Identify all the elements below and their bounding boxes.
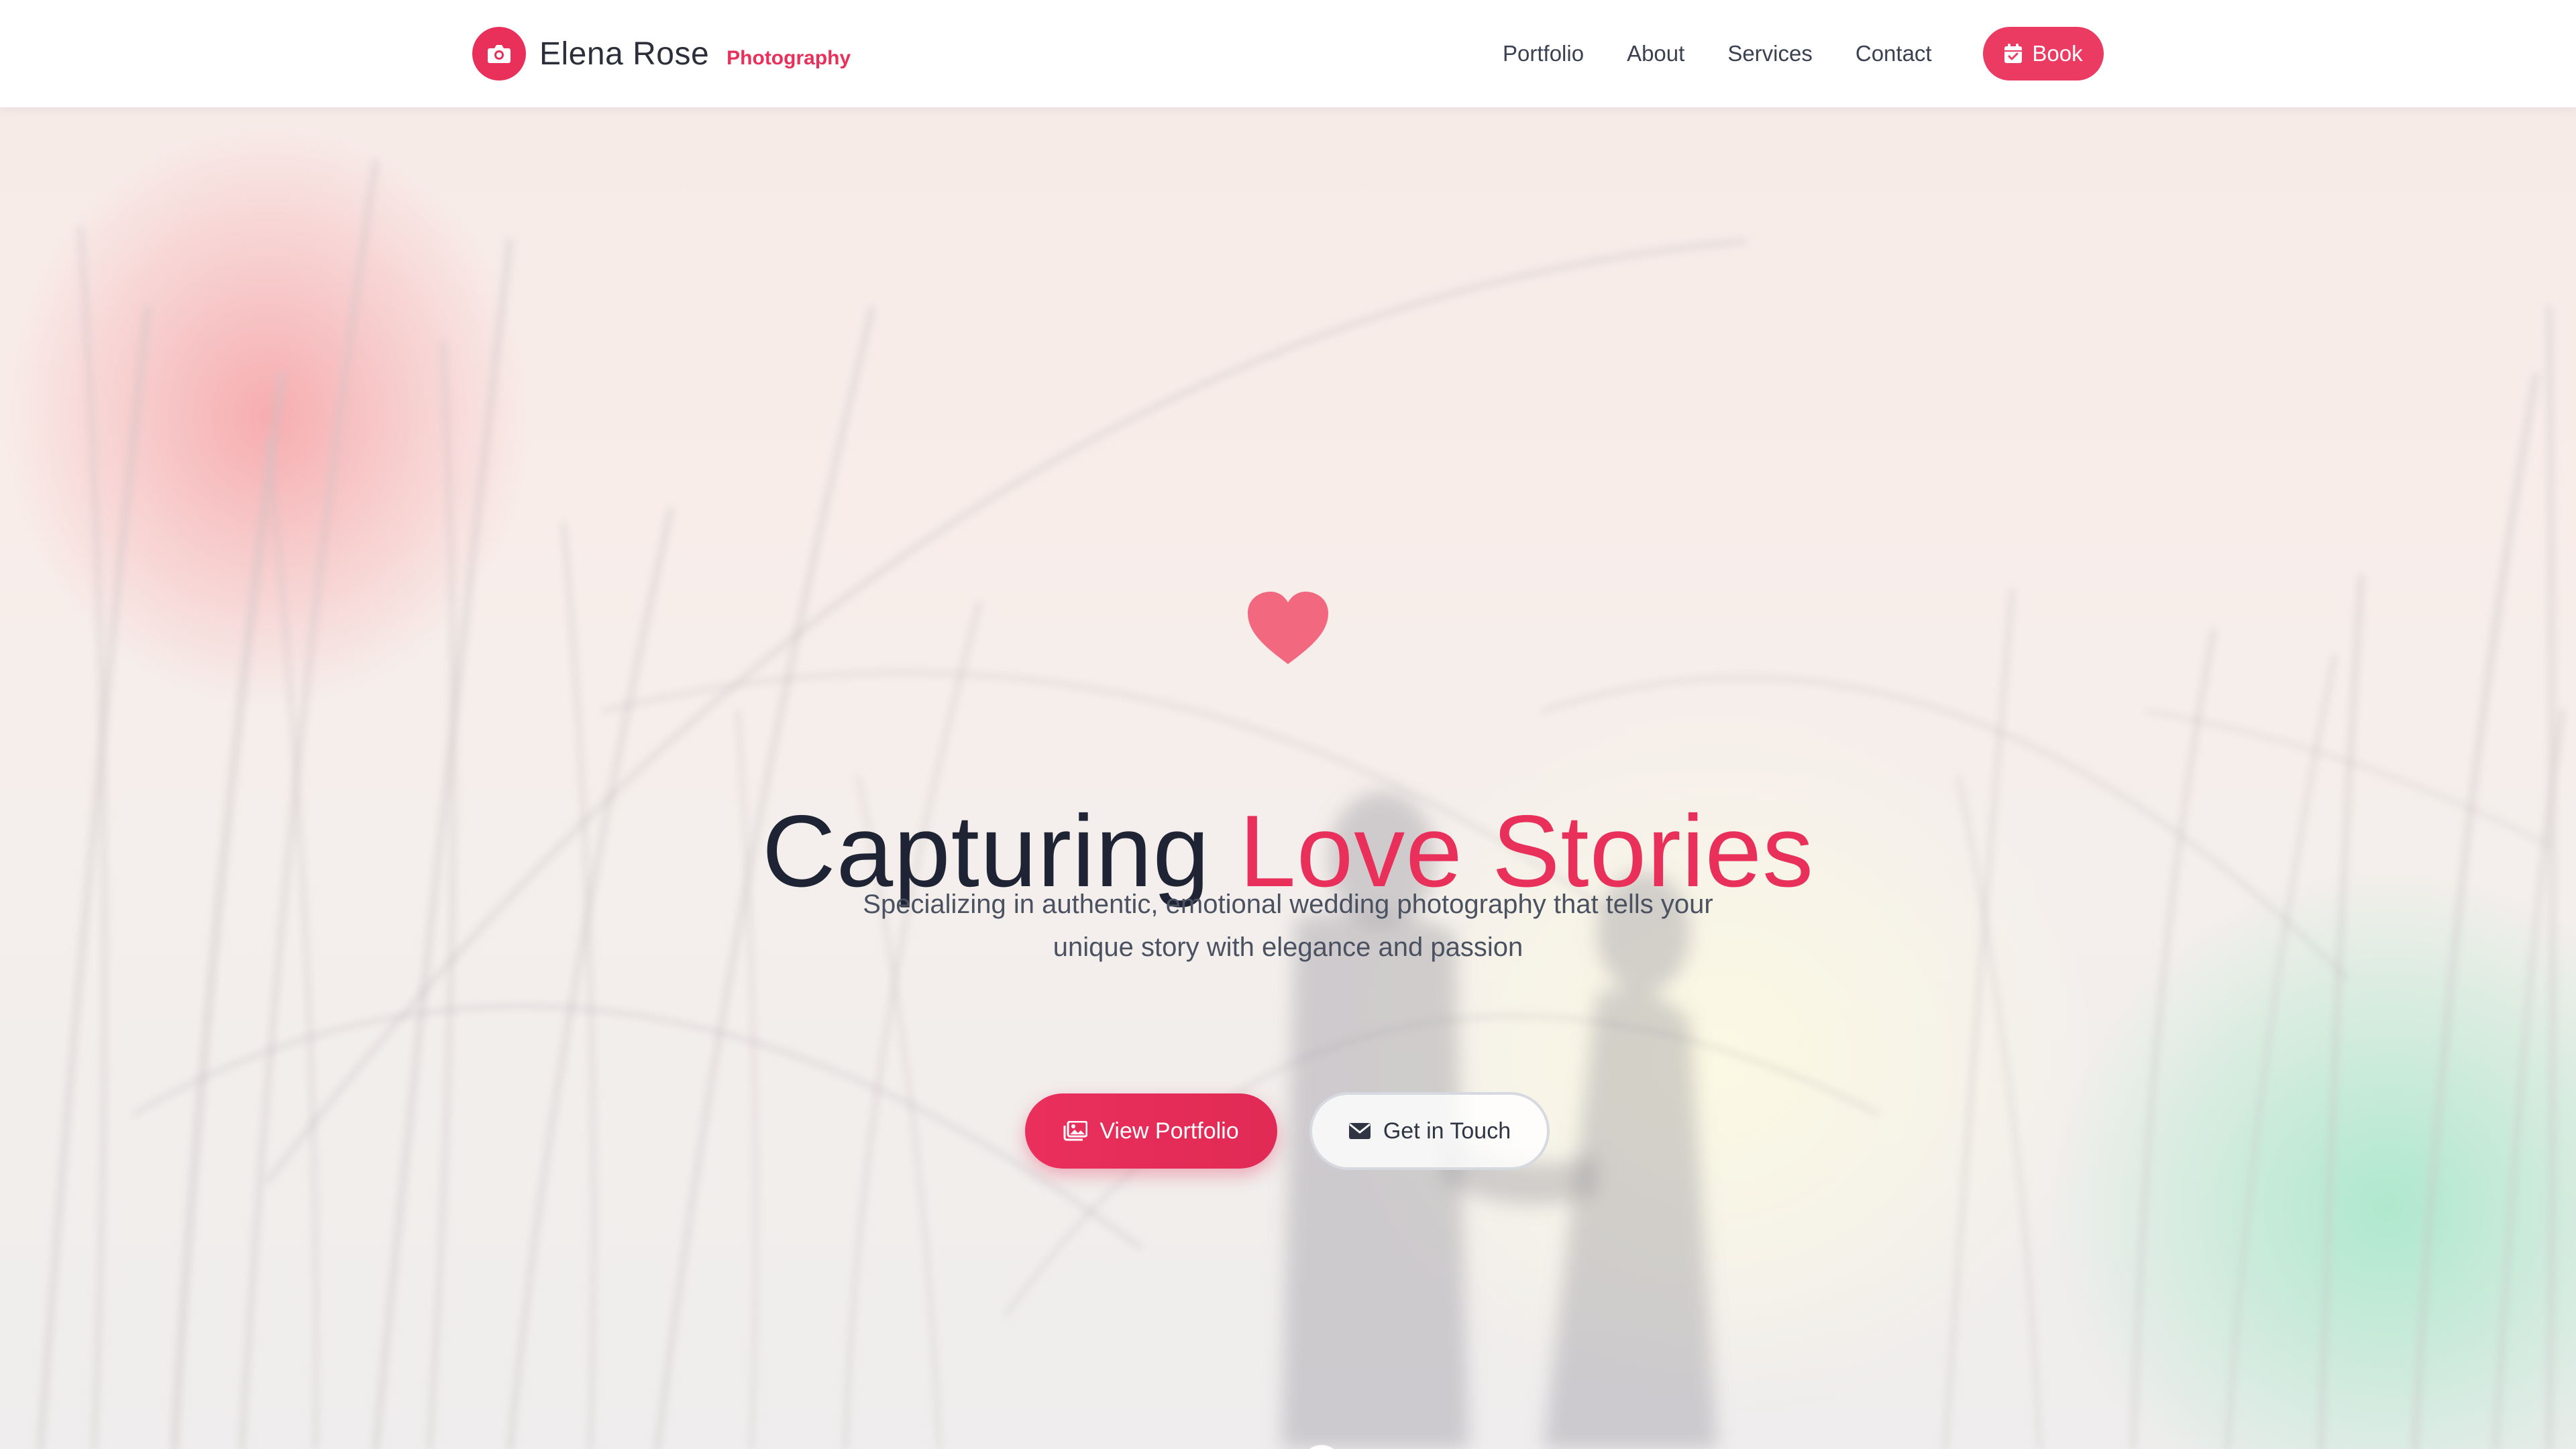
brand-logo[interactable]: Elena Rose Photography — [472, 25, 851, 82]
heart-icon — [1248, 592, 1328, 664]
hero-content: Capturing Love Stories Specializing in a… — [0, 107, 2576, 1449]
get-in-touch-button[interactable]: Get in Touch — [1309, 1092, 1550, 1170]
view-portfolio-button[interactable]: View Portfolio — [1025, 1093, 1277, 1169]
get-in-touch-label: Get in Touch — [1383, 1118, 1511, 1144]
view-portfolio-label: View Portfolio — [1099, 1118, 1239, 1144]
brand-name: Elena Rose — [539, 36, 710, 72]
scroll-indicator[interactable] — [1301, 1445, 1342, 1449]
brand-tagline: Photography — [727, 47, 851, 69]
main-nav: Portfolio About Services Contact — [1503, 0, 1975, 107]
camera-icon — [472, 27, 526, 80]
top-navbar: Elena Rose Photography Portfolio About S… — [0, 0, 2576, 107]
images-icon — [1063, 1121, 1088, 1141]
hero-section: Capturing Love Stories Specializing in a… — [0, 107, 2576, 1449]
nav-link-portfolio[interactable]: Portfolio — [1503, 41, 1584, 66]
envelope-icon — [1348, 1123, 1371, 1139]
nav-link-about[interactable]: About — [1627, 41, 1684, 66]
book-button-label: Book — [2032, 41, 2083, 66]
calendar-check-icon — [2004, 44, 2023, 63]
nav-link-services[interactable]: Services — [1727, 41, 1813, 66]
nav-link-contact[interactable]: Contact — [1856, 41, 1932, 66]
hero-subtitle: Specializing in authentic, emotional wed… — [863, 890, 1713, 962]
book-button[interactable]: Book — [1983, 27, 2104, 80]
